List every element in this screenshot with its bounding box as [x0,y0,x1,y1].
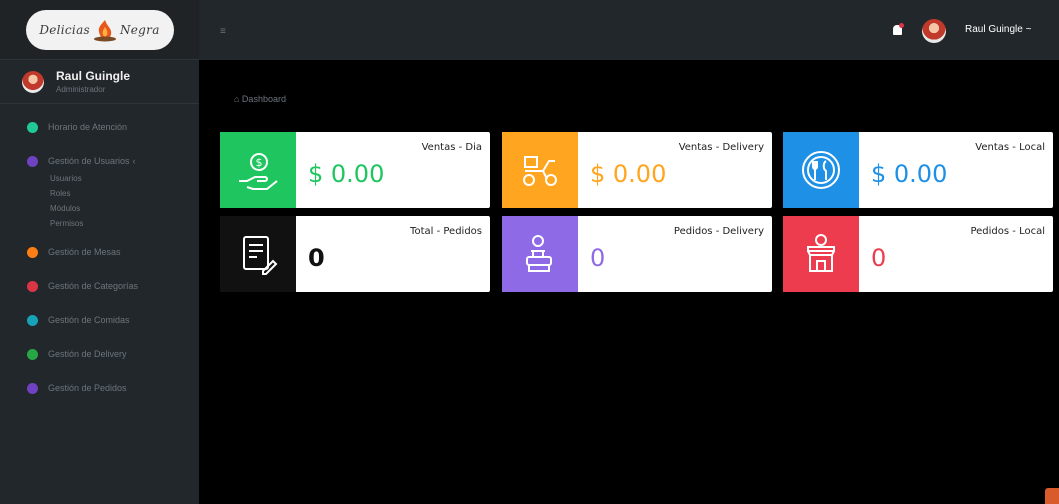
card-pedidos-delivery[interactable]: Pedidos - Delivery 0 [502,216,772,292]
card-icon-box: $ [220,132,296,208]
card-icon-box [783,216,859,292]
sidebar-item-categorias[interactable]: Gestión de Categorías [0,275,199,297]
flame-icon [93,19,116,41]
money-hand-icon: $ [239,153,278,190]
avatar[interactable] [22,70,44,93]
users-icon [27,155,38,167]
submenu-item-permisos[interactable]: Permisos [50,219,199,233]
breadcrumb[interactable]: ⌂ Dashboard [234,94,286,104]
sidebar-item-label: Gestión de Mesas [48,247,121,257]
user-panel[interactable]: Raul Guingle Administrador [0,60,199,104]
card-ventas-local[interactable]: Ventas - Local $ 0.00 [783,132,1053,208]
submenu-item-usuarios[interactable]: Usuarios [50,174,199,188]
sidebar-item-label: Gestión de Comidas [48,315,130,325]
logo[interactable]: Delicias Negra [25,9,174,50]
category-icon [27,280,38,292]
card-title: Total - Pedidos [410,226,482,237]
submenu-item-roles[interactable]: Roles [50,189,199,203]
sidebar-item-usuarios[interactable]: Gestión de Usuarios ‹ [0,150,199,172]
delivery-person-icon [526,235,552,272]
scroll-to-top-button[interactable] [1045,488,1059,504]
card-icon-box [220,216,296,292]
card-value: $ 0.00 [871,160,948,188]
card-pedidos-local[interactable]: Pedidos - Local 0 [783,216,1053,292]
brand[interactable]: Delicias Negra [0,0,199,60]
user-role: Administrador [56,85,106,94]
card-title: Ventas - Local [975,142,1045,153]
user-name[interactable]: Raul Guingle [56,69,130,83]
store-icon [807,234,835,272]
sidebar-nav: Horario de Atención Gestión de Usuarios … [0,104,199,399]
food-icon [27,314,38,326]
sidebar-item-mesas[interactable]: Gestión de Mesas [0,241,199,263]
svg-text:$: $ [256,156,263,169]
clock-icon [27,121,38,133]
topbar: ≡ Raul Guingle ~ [199,0,1059,60]
sidebar-item-label: Horario de Atención [48,122,128,132]
card-value: 0 [871,244,887,272]
sidebar-item-label: Gestión de Usuarios [48,156,130,166]
submenu-item-modulos[interactable]: Módulos [50,204,199,218]
card-value: $ 0.00 [308,160,385,188]
main-content: ⌂ Dashboard $ Ventas - Dia $ 0.00 Ventas… [199,60,1059,504]
user-info: Raul Guingle Administrador [56,69,130,94]
card-total-pedidos[interactable]: Total - Pedidos 0 [220,216,490,292]
user-menu-toggle[interactable]: Raul Guingle ~ [965,24,1031,35]
restaurant-icon [802,151,840,189]
sidebar: Delicias Negra Raul Guingle Administrado… [0,0,199,504]
card-title: Pedidos - Delivery [673,226,764,237]
scooter-icon [523,156,557,186]
card-ventas-dia[interactable]: $ Ventas - Dia $ 0.00 [220,132,490,208]
chevron-left-icon: ‹ [132,156,136,166]
menu-toggle-icon[interactable]: ≡ [220,26,226,37]
sidebar-item-delivery[interactable]: Gestión de Delivery [0,343,199,365]
sidebar-item-label: Gestión de Delivery [48,349,127,359]
card-icon-box [502,132,578,208]
card-title: Ventas - Delivery [678,142,764,153]
sidebar-item-horario[interactable]: Horario de Atención [0,116,199,138]
notification-bell-icon[interactable] [892,23,904,37]
card-icon-box [783,132,859,208]
card-value: $ 0.00 [590,160,667,188]
card-title: Pedidos - Local [970,226,1045,237]
truck-icon [27,348,38,360]
card-value: 0 [308,244,325,272]
sidebar-item-comidas[interactable]: Gestión de Comidas [0,309,199,331]
card-title: Ventas - Dia [421,142,482,153]
table-icon [27,246,38,258]
sidebar-item-label: Gestión de Pedidos [48,383,127,393]
card-value: 0 [590,244,606,272]
submenu-usuarios: Usuarios Roles Módulos Permisos [0,174,199,233]
order-list-icon [243,236,278,275]
orders-icon [27,382,38,394]
card-icon-box [502,216,578,292]
app-root: Delicias Negra Raul Guingle Administrado… [0,0,1059,504]
notification-dot [899,23,904,28]
card-ventas-delivery[interactable]: Ventas - Delivery $ 0.00 [502,132,772,208]
sidebar-item-label: Gestión de Categorías [48,281,139,291]
logo-text-right: Negra [119,22,160,37]
sidebar-item-pedidos[interactable]: Gestión de Pedidos [0,377,199,399]
user-avatar[interactable] [922,19,946,43]
logo-text-left: Delicias [39,22,90,37]
